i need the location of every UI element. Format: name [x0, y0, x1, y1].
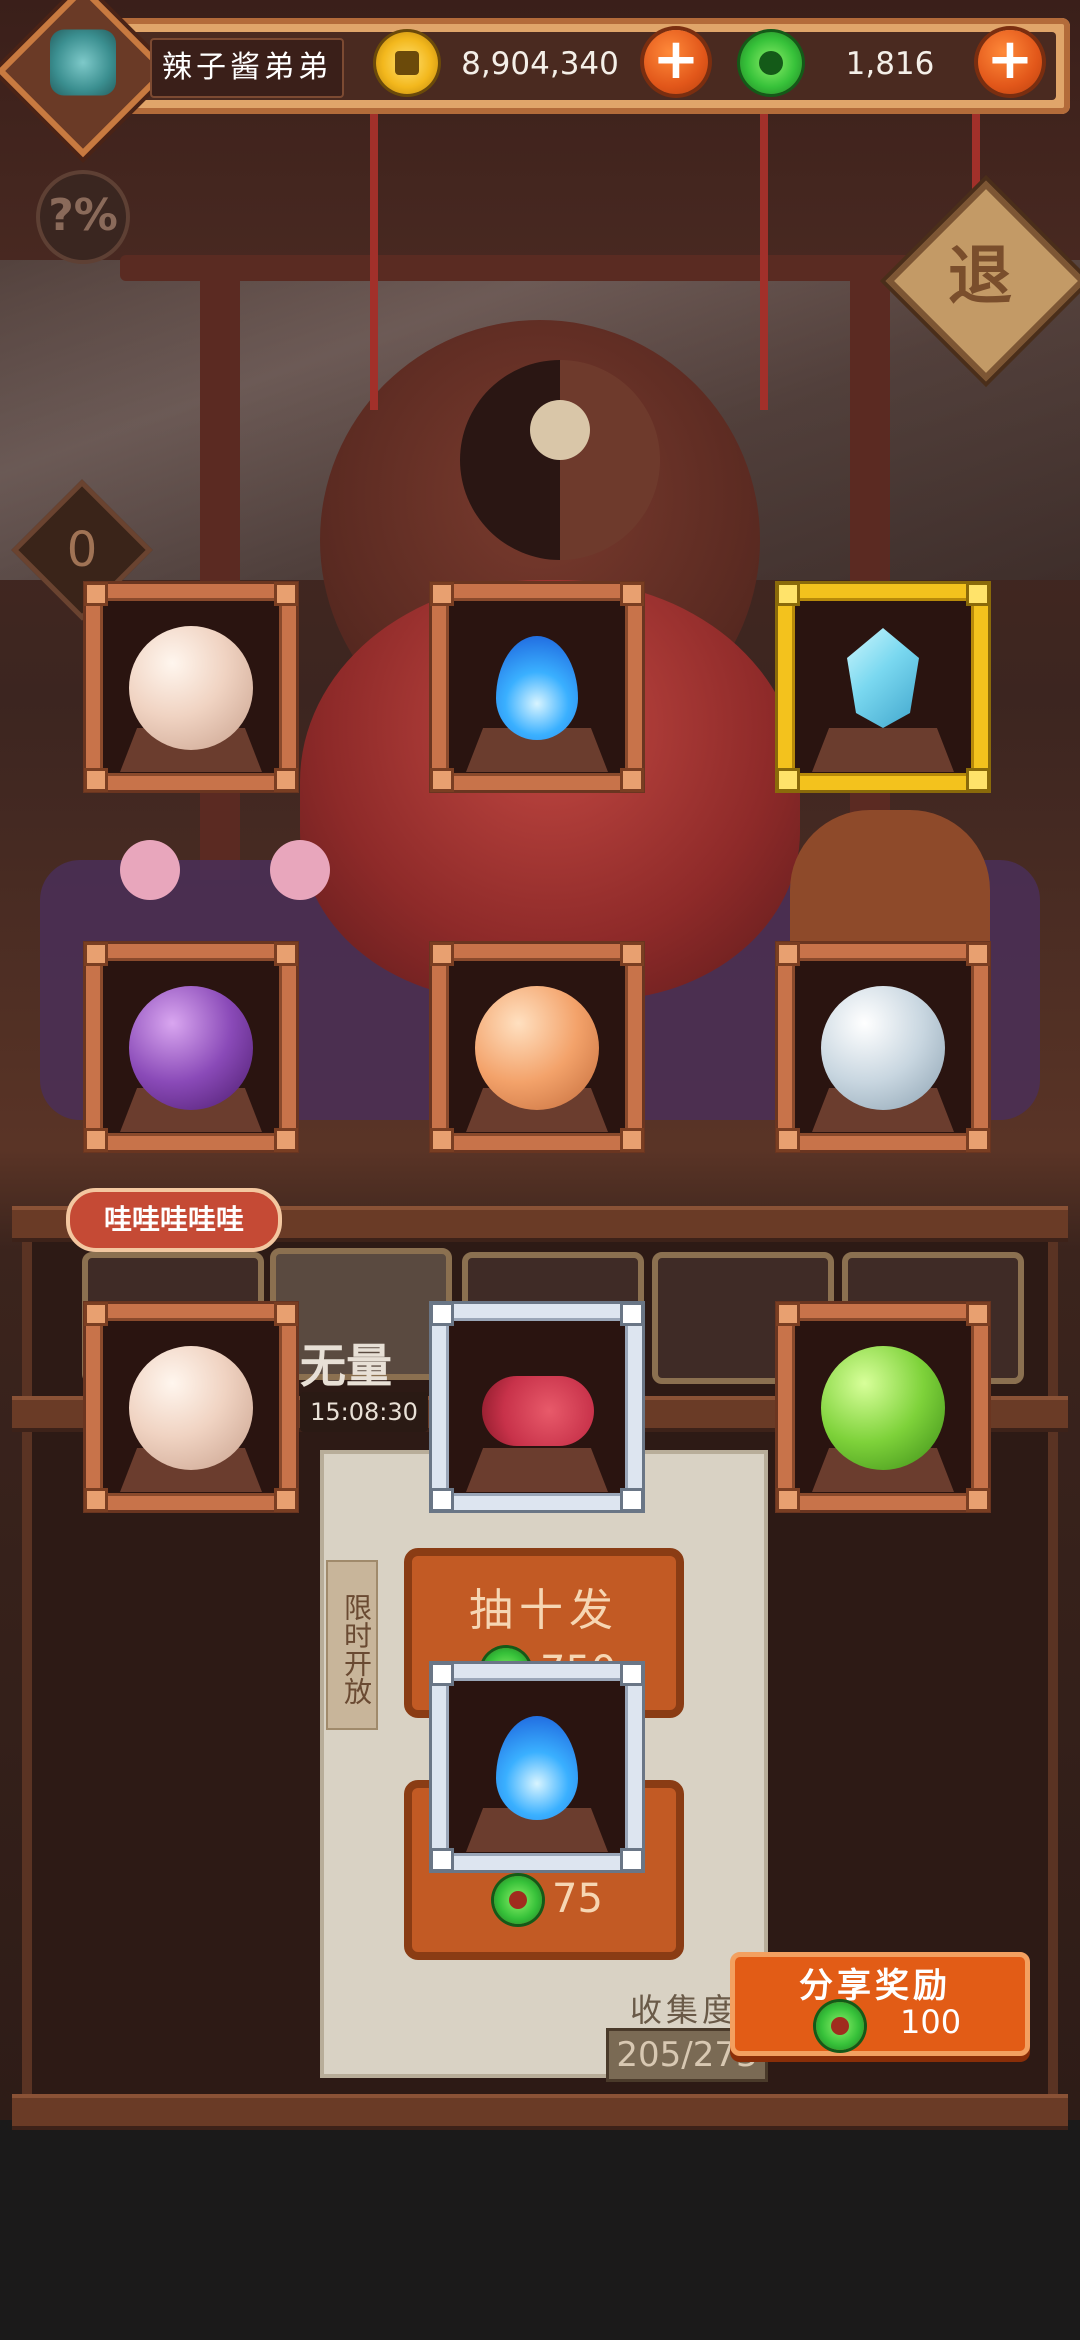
meat-icon	[482, 1376, 594, 1446]
blue-flame-icon	[496, 1716, 578, 1820]
scroll-orb-icon	[129, 1346, 253, 1470]
collection-label: 收集度	[630, 1991, 739, 2029]
flower-icon	[120, 840, 180, 900]
chat-bubble: 哇哇哇哇哇	[66, 1188, 282, 1252]
reward-card-crystal[interactable]	[776, 582, 990, 792]
reward-card-sword-orb[interactable]	[776, 942, 990, 1152]
cabinet-rail-bottom	[12, 2094, 1068, 2130]
draw-ten-label: 抽十发	[469, 1585, 619, 1636]
blue-flame-icon	[496, 636, 578, 740]
crystal-icon	[847, 628, 919, 728]
reward-card-scroll-orb-2[interactable]	[84, 1302, 298, 1512]
jade-orb-icon	[821, 1346, 945, 1470]
gate-pillar-right	[850, 280, 890, 880]
pool-timer: 15:08:30	[300, 1392, 428, 1432]
reward-card-mask-orb[interactable]	[84, 942, 298, 1152]
reward-card-meat[interactable]	[430, 1302, 644, 1512]
reward-card-scroll-orb[interactable]	[84, 582, 298, 792]
sword-orb-icon	[821, 986, 945, 1110]
yinyang-icon	[460, 360, 660, 560]
share-reward-amount: 100	[900, 2003, 962, 2041]
limited-time-tag: 限时开放	[326, 1560, 378, 1730]
reward-card-gem-orb[interactable]	[430, 942, 644, 1152]
reward-card-jade-orb[interactable]	[776, 1302, 990, 1512]
gate-beam	[120, 255, 960, 281]
hanging-cord	[370, 110, 378, 410]
gem-orb-icon	[475, 986, 599, 1110]
jade-coin-icon	[816, 2002, 864, 2050]
mask-orb-icon	[129, 986, 253, 1110]
jade-amount: 1,816	[845, 46, 935, 82]
pool-title: 无量	[300, 1339, 392, 1393]
jade-coin-icon	[494, 1876, 542, 1924]
player-name: 辣子酱弟弟	[150, 38, 344, 98]
add-jade-button[interactable]: +	[978, 30, 1042, 94]
hanging-cord	[760, 110, 768, 410]
jade-coin-icon	[740, 32, 802, 94]
avatar-icon	[50, 29, 116, 96]
gold-coin-icon	[376, 32, 438, 94]
flower-icon	[270, 840, 330, 900]
gate-pillar-left	[200, 280, 240, 880]
reward-card-blue-flame-2[interactable]	[430, 1662, 644, 1872]
drop-rate-button[interactable]: ?%	[36, 170, 130, 264]
reward-card-blue-flame[interactable]	[430, 582, 644, 792]
add-gold-button[interactable]: +	[644, 30, 708, 94]
share-reward-label[interactable]: 分享奖励	[730, 1958, 1020, 2007]
gold-amount: 8,904,340	[461, 46, 619, 82]
exit-label[interactable]: 退	[905, 202, 1055, 352]
draw-single-cost: 75	[552, 1876, 603, 1922]
scroll-orb-icon	[129, 626, 253, 750]
